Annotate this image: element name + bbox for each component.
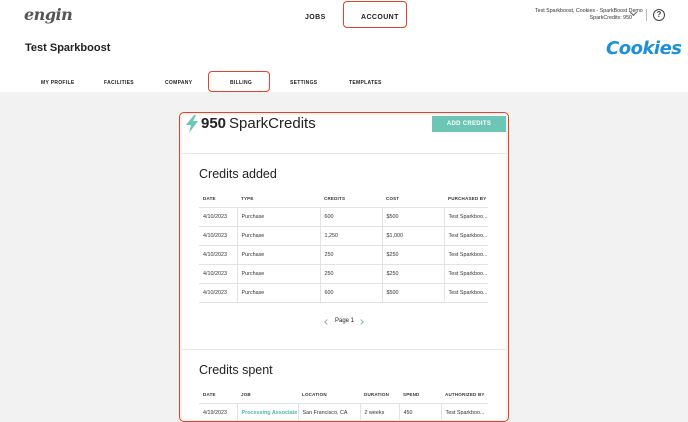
help-icon[interactable]: ?: [653, 9, 665, 21]
top-nav: engin JOBS ACCOUNT Test Sparkboost, Cook…: [0, 0, 688, 30]
billing-highlight: [208, 71, 270, 92]
org-header: Test Sparkboost Cookies MY PROFILE FACIL…: [0, 30, 688, 92]
user-credits: SparkCredits: 950: [589, 15, 632, 21]
cookies-logo: Cookies: [606, 38, 682, 59]
tab-my-profile[interactable]: MY PROFILE: [41, 80, 74, 86]
engin-logo[interactable]: engin: [24, 5, 73, 24]
billing-card-highlight: [179, 112, 509, 422]
tab-facilities[interactable]: FACILITIES: [104, 80, 134, 86]
tab-company[interactable]: COMPANY: [165, 80, 192, 86]
divider: [646, 9, 647, 21]
tab-templates[interactable]: TEMPLATES: [349, 80, 382, 86]
tab-settings[interactable]: SETTINGS: [290, 80, 317, 86]
page-title: Test Sparkboost: [25, 42, 111, 54]
nav-jobs[interactable]: JOBS: [305, 14, 326, 21]
user-name[interactable]: Test Sparkboost, Cookies - SparkBoost De…: [535, 8, 643, 14]
account-highlight: [343, 1, 407, 28]
